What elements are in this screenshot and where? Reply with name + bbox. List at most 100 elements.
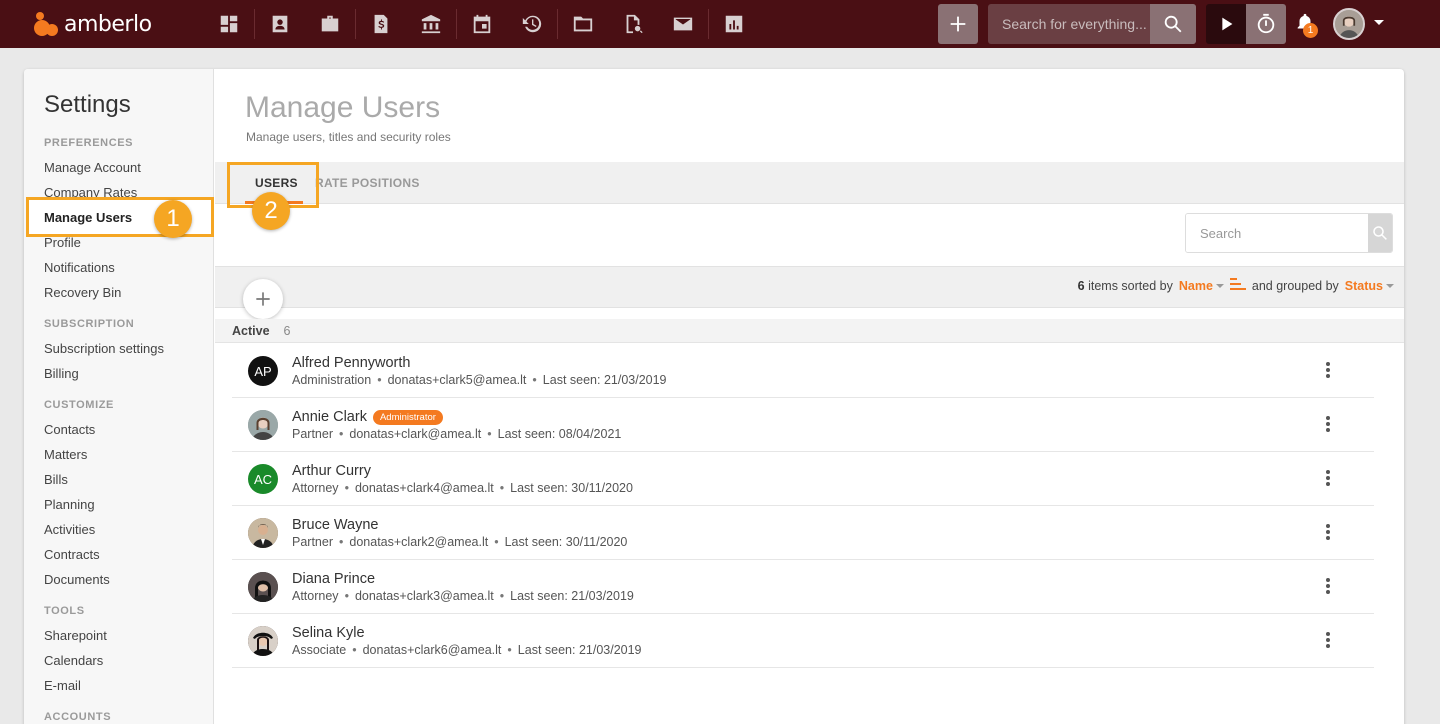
user-avatar[interactable] — [1333, 8, 1365, 40]
bills-icon[interactable] — [356, 0, 406, 48]
add-user-button[interactable] — [243, 279, 283, 319]
sidebar-item-billing[interactable]: Billing — [44, 366, 79, 381]
user-photo-icon — [248, 518, 278, 548]
sidebar-item-contacts[interactable]: Contacts — [44, 422, 95, 437]
quick-add-button[interactable] — [938, 4, 978, 44]
sidebar-item-subscription-settings[interactable]: Subscription settings — [44, 341, 164, 356]
user-email: donatas+clark6@amea.lt — [362, 643, 502, 657]
row-more-icon[interactable] — [1324, 414, 1332, 434]
sidebar-item-profile[interactable]: Profile — [44, 235, 81, 250]
global-search-input[interactable] — [988, 16, 1150, 32]
row-more-icon[interactable] — [1324, 576, 1332, 596]
group-field-dropdown[interactable]: Status — [1345, 279, 1394, 293]
stopwatch-button[interactable] — [1246, 4, 1286, 44]
module-nav — [204, 0, 759, 48]
user-row[interactable]: Bruce Wayne Partner • donatas+clark2@amea.… — [232, 506, 1374, 560]
notifications-button[interactable]: 1 — [1294, 12, 1318, 38]
user-last-seen: Last seen: 21/03/2019 — [542, 373, 667, 387]
logo-mark-icon — [34, 10, 62, 38]
user-title: Attorney — [292, 589, 339, 603]
document-search-icon[interactable] — [608, 0, 658, 48]
row-more-icon[interactable] — [1324, 522, 1332, 542]
sidebar-item-planning[interactable]: Planning — [44, 497, 95, 512]
user-name[interactable]: Annie Clark — [292, 409, 367, 425]
row-more-icon[interactable] — [1324, 630, 1332, 650]
user-name[interactable]: Diana Prince — [292, 571, 375, 587]
user-row[interactable]: Annie Clark Administrator Partner • donatas… — [232, 398, 1374, 452]
sidebar-item-email[interactable]: E-mail — [44, 678, 81, 693]
reports-icon[interactable] — [709, 0, 759, 48]
calendar-icon[interactable] — [457, 0, 507, 48]
sidebar-item-contracts[interactable]: Contracts — [44, 547, 100, 562]
sidebar-item-manage-account[interactable]: Manage Account — [44, 160, 141, 175]
user-meta: Attorney • donatas+clark4@amea.lt • Last see… — [292, 481, 633, 495]
matters-icon[interactable] — [305, 0, 355, 48]
sidebar-section-tools: TOOLS — [44, 605, 85, 617]
row-more-icon[interactable] — [1324, 360, 1332, 380]
user-row[interactable]: Diana Prince Attorney • donatas+clark3@ame… — [232, 560, 1374, 614]
sidebar-item-matters[interactable]: Matters — [44, 447, 87, 462]
folder-icon[interactable] — [558, 0, 608, 48]
sidebar-section-subscription: SUBSCRIPTION — [44, 318, 135, 330]
notification-count-badge: 1 — [1303, 23, 1318, 38]
bank-icon[interactable] — [406, 0, 456, 48]
user-row[interactable]: Selina Kyle Associate • donatas+clark6@ame… — [232, 614, 1374, 668]
sidebar-item-recovery-bin[interactable]: Recovery Bin — [44, 285, 121, 300]
sidebar-item-calendars[interactable]: Calendars — [44, 653, 103, 668]
dashboard-icon[interactable] — [204, 0, 254, 48]
user-menu-caret-icon[interactable] — [1374, 20, 1384, 25]
user-last-seen: Last seen: 30/11/2020 — [510, 481, 633, 495]
avatar: AP — [248, 356, 278, 386]
avatar: AC — [248, 464, 278, 494]
stopwatch-icon — [1257, 13, 1275, 34]
user-last-seen: Last seen: 30/11/2020 — [504, 535, 628, 549]
user-name[interactable]: Bruce Wayne — [292, 517, 379, 533]
sidebar-item-manage-users[interactable]: Manage Users — [44, 210, 132, 225]
user-email: donatas+clark4@amea.lt — [354, 481, 494, 495]
sidebar-item-activities[interactable]: Activities — [44, 522, 95, 537]
group-header[interactable]: Active 6 — [215, 319, 1404, 343]
history-icon[interactable] — [507, 0, 557, 48]
user-photo-icon — [248, 410, 278, 440]
row-more-icon[interactable] — [1324, 468, 1332, 488]
role-badge: Administrator — [372, 409, 443, 425]
sidebar-title: Settings — [44, 91, 131, 118]
sort-info: 6 items sorted by Name and grouped by St… — [1078, 277, 1394, 294]
search-icon — [1164, 15, 1182, 33]
user-title: Associate — [292, 643, 347, 657]
user-search-input[interactable] — [1186, 214, 1368, 252]
user-title: Partner — [292, 535, 333, 549]
sidebar-item-bills[interactable]: Bills — [44, 472, 68, 487]
global-search-button[interactable] — [1150, 4, 1196, 44]
user-email: donatas+clark3@amea.lt — [354, 589, 494, 603]
page-title: Manage Users — [245, 91, 441, 124]
user-title: Attorney — [292, 481, 339, 495]
user-row[interactable]: AP Alfred Pennyworth Administration • dona… — [232, 344, 1374, 398]
user-meta: Partner • donatas+clark@amea.lt • Last seen:… — [292, 427, 622, 441]
user-email: donatas+clark5@amea.lt — [387, 373, 527, 387]
step-marker-2: 2 — [252, 192, 290, 230]
user-name[interactable]: Selina Kyle — [292, 625, 365, 641]
user-photo-icon — [1335, 10, 1363, 38]
contacts-icon[interactable] — [255, 0, 305, 48]
user-row[interactable]: AC Arthur Curry Attorney • donatas+clark4@… — [232, 452, 1374, 506]
sidebar-item-sharepoint[interactable]: Sharepoint — [44, 628, 107, 643]
sidebar-section-preferences: PREFERENCES — [44, 137, 134, 149]
sidebar-item-notifications[interactable]: Notifications — [44, 260, 115, 275]
user-search-button[interactable] — [1368, 214, 1392, 252]
avatar — [248, 572, 278, 602]
sort-field-dropdown[interactable]: Name — [1179, 279, 1224, 293]
plus-icon — [950, 16, 966, 32]
mail-icon[interactable] — [658, 0, 708, 48]
user-name[interactable]: Arthur Curry — [292, 463, 371, 479]
logo-text: amberlo — [64, 11, 152, 37]
timer-play-button[interactable] — [1206, 4, 1246, 44]
user-name[interactable]: Alfred Pennyworth — [292, 355, 410, 371]
chevron-down-icon — [1386, 283, 1394, 288]
sort-direction-icon[interactable] — [1229, 277, 1246, 294]
amberlo-logo[interactable]: amberlo — [34, 10, 194, 38]
plus-icon — [256, 292, 270, 306]
sidebar-item-documents[interactable]: Documents — [44, 572, 110, 587]
user-meta: Associate • donatas+clark6@amea.lt • Last se… — [292, 643, 642, 657]
tab-rate-positions[interactable]: RATE POSITIONS — [315, 162, 420, 204]
